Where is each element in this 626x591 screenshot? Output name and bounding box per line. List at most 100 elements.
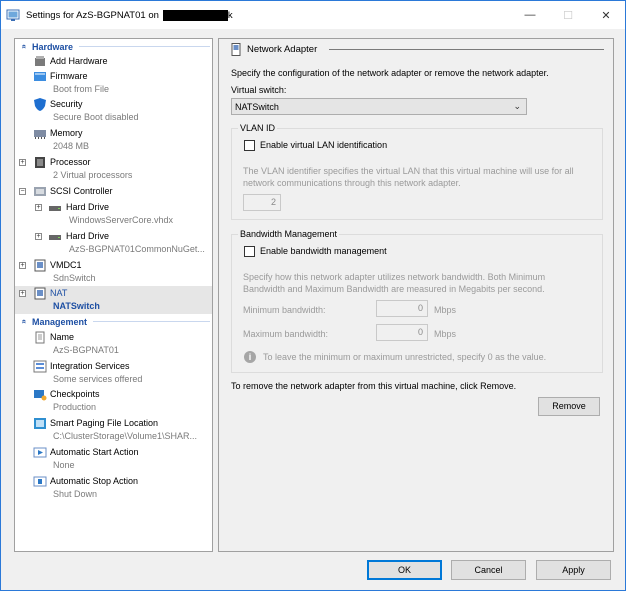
apply-button[interactable]: Apply bbox=[536, 560, 611, 580]
title-bar: Settings for AzS-BGPNAT01 on k — ☐ ✕ bbox=[1, 1, 625, 29]
title-divider bbox=[329, 49, 604, 50]
chevron-down-icon: ⌄ bbox=[513, 101, 521, 111]
tree-item-security[interactable]: Security Secure Boot disabled bbox=[15, 97, 212, 125]
bandwidth-help-text: Specify how this network adapter utilize… bbox=[243, 272, 546, 282]
remove-button[interactable]: Remove bbox=[538, 397, 600, 416]
hyperv-settings-icon bbox=[6, 9, 20, 21]
vlan-group: VLAN ID Enable virtual LAN identificatio… bbox=[231, 123, 603, 220]
tree-item-detail: AzS-BGPNAT01CommonNuGet... bbox=[69, 244, 205, 254]
tree-item-label: Hard Drive bbox=[66, 231, 110, 241]
processor-icon bbox=[35, 157, 45, 168]
firmware-icon bbox=[34, 72, 46, 81]
network-adapter-icon bbox=[34, 287, 46, 300]
tree-item-memory[interactable]: Memory 2048 MB bbox=[15, 126, 212, 154]
maximize-button: ☐ bbox=[549, 1, 587, 29]
integration-services-icon bbox=[33, 360, 47, 373]
ok-button[interactable]: OK bbox=[367, 560, 442, 580]
tree-item-label: Integration Services bbox=[50, 361, 130, 371]
hardware-section-header[interactable]: » Hardware bbox=[15, 40, 212, 53]
tree-item-smart-paging[interactable]: Smart Paging File Location C:\ClusterSto… bbox=[15, 416, 212, 444]
tree-item-detail: 2 Virtual processors bbox=[53, 170, 133, 180]
window-title: Settings for AzS-BGPNAT01 on bbox=[26, 9, 159, 21]
auto-start-icon bbox=[33, 447, 47, 458]
window-title-suffix: k bbox=[227, 9, 233, 21]
tree-item-processor[interactable]: + Processor 2 Virtual processors bbox=[15, 155, 212, 183]
min-bandwidth-unit: Mbps bbox=[434, 305, 457, 315]
max-bandwidth-input[interactable]: 0 bbox=[376, 324, 428, 341]
network-adapter-icon bbox=[34, 259, 46, 272]
auto-stop-icon bbox=[33, 476, 47, 487]
expand-icon[interactable]: + bbox=[19, 290, 26, 297]
close-button[interactable]: ✕ bbox=[587, 1, 625, 29]
virtual-switch-dropdown[interactable]: NATSwitch ⌄ bbox=[231, 98, 527, 115]
tree-item-detail: SdnSwitch bbox=[53, 273, 96, 283]
checkpoints-icon bbox=[34, 390, 47, 401]
bandwidth-group-label: Bandwidth Management bbox=[238, 229, 340, 239]
tree-item-label: Automatic Stop Action bbox=[50, 476, 139, 486]
tree-item-add-hardware[interactable]: Add Hardware bbox=[15, 54, 212, 68]
tree-item-firmware[interactable]: Firmware Boot from File bbox=[15, 69, 212, 97]
tree-item-vmdc1[interactable]: + VMDC1 SdnSwitch bbox=[15, 258, 212, 286]
tree-item-detail: NATSwitch bbox=[53, 301, 100, 311]
tree-item-detail: Boot from File bbox=[53, 84, 110, 94]
collapse-icon[interactable]: − bbox=[19, 188, 26, 195]
maximize-icon: ☐ bbox=[563, 9, 573, 22]
tree-item-integration-services[interactable]: Integration Services Some services offer… bbox=[15, 359, 212, 387]
tree-item-scsi-controller[interactable]: − SCSI Controller bbox=[15, 184, 212, 198]
tree-item-label: Smart Paging File Location bbox=[50, 418, 159, 428]
tree-item-detail: Shut Down bbox=[53, 489, 98, 499]
tree-item-detail: Some services offered bbox=[53, 374, 143, 384]
smart-paging-icon bbox=[34, 418, 46, 429]
enable-bandwidth-checkbox[interactable] bbox=[244, 246, 255, 257]
bandwidth-help-text-2: Bandwidth and Maximum Bandwidth are meas… bbox=[243, 284, 545, 294]
settings-window: Settings for AzS-BGPNAT01 on k — ☐ ✕ » H… bbox=[0, 0, 626, 591]
tree-item-nat[interactable]: + NAT NATSwitch bbox=[15, 286, 212, 314]
tree-item-detail: 2048 MB bbox=[53, 141, 90, 151]
redacted-host-name bbox=[162, 9, 228, 21]
shield-icon bbox=[34, 98, 46, 111]
vlan-id-input[interactable]: 2 bbox=[243, 194, 281, 211]
close-icon: ✕ bbox=[601, 9, 611, 22]
vlan-group-label: VLAN ID bbox=[238, 123, 278, 133]
hard-drive-icon bbox=[49, 206, 61, 211]
minimize-button[interactable]: — bbox=[511, 1, 549, 29]
tree-item-label: Security bbox=[50, 99, 83, 109]
tree-item-hard-drive-1[interactable]: + Hard Drive WindowsServerCore.vhdx bbox=[15, 200, 212, 228]
memory-chip-icon bbox=[34, 130, 46, 139]
expand-icon[interactable]: + bbox=[19, 159, 26, 166]
tree-item-label: Automatic Start Action bbox=[50, 447, 139, 457]
panel-title-text: Network Adapter bbox=[247, 44, 318, 55]
vlan-help-text-2: network communications through this netw… bbox=[243, 178, 461, 188]
minimize-icon: — bbox=[524, 9, 536, 21]
add-hardware-icon bbox=[35, 56, 45, 66]
virtual-switch-value: NATSwitch bbox=[235, 101, 279, 112]
remove-instructions: To remove the network adapter from this … bbox=[231, 381, 517, 391]
min-bandwidth-input[interactable]: 0 bbox=[376, 300, 428, 317]
tree-item-label: Hard Drive bbox=[66, 202, 110, 212]
enable-bandwidth-label: Enable bandwidth management bbox=[260, 246, 387, 256]
cancel-button[interactable]: Cancel bbox=[451, 560, 526, 580]
tree-item-detail: Secure Boot disabled bbox=[53, 112, 139, 122]
management-header-label: Management bbox=[32, 316, 88, 327]
expand-icon[interactable]: + bbox=[19, 262, 26, 269]
tree-item-detail: AzS-BGPNAT01 bbox=[53, 345, 119, 355]
panel-title: Network Adapter bbox=[231, 43, 317, 56]
tree-item-detail: None bbox=[53, 460, 75, 470]
tree-item-checkpoints[interactable]: Checkpoints Production bbox=[15, 387, 212, 415]
expand-icon[interactable]: + bbox=[35, 204, 42, 211]
scsi-controller-icon bbox=[34, 187, 46, 196]
virtual-switch-label: Virtual switch: bbox=[231, 85, 287, 95]
vlan-help-text: The VLAN identifier specifies the virtua… bbox=[243, 166, 574, 176]
enable-vlan-checkbox[interactable] bbox=[244, 140, 255, 151]
tree-item-label: Checkpoints bbox=[50, 389, 100, 399]
collapse-chevron-icon: » bbox=[19, 44, 28, 49]
expand-icon[interactable]: + bbox=[35, 233, 42, 240]
tree-item-auto-stop[interactable]: Automatic Stop Action Shut Down bbox=[15, 474, 212, 502]
tree-item-vm-name[interactable]: Name AzS-BGPNAT01 bbox=[15, 330, 212, 358]
management-section-header[interactable]: » Management bbox=[15, 315, 212, 328]
tree-item-hard-drive-2[interactable]: + Hard Drive AzS-BGPNAT01CommonNuGet... bbox=[15, 229, 212, 257]
tree-item-auto-start[interactable]: Automatic Start Action None bbox=[15, 445, 212, 473]
bandwidth-group: Bandwidth Management Enable bandwidth ma… bbox=[231, 229, 603, 373]
tree-item-detail: Production bbox=[53, 402, 97, 412]
collapse-chevron-icon: » bbox=[19, 319, 28, 324]
